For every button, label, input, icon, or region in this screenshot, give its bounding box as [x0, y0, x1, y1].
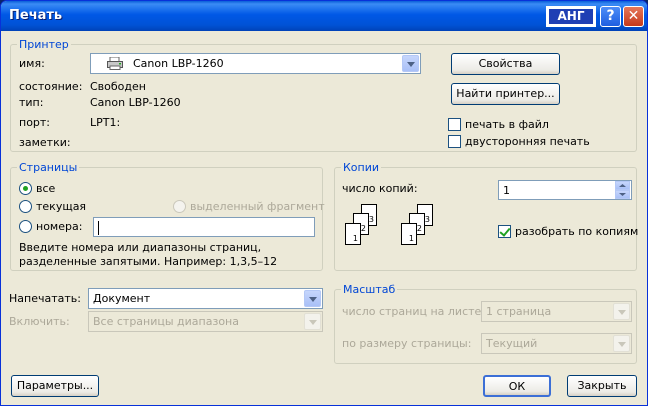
include-label: Включить: — [9, 315, 70, 328]
printer-type-label: тип: — [19, 96, 44, 109]
duplex-checkbox[interactable] — [448, 135, 461, 148]
printer-group: Принтер имя: Canon LBP-1260 состояние: С… — [10, 38, 637, 152]
pages-group: Страницы все текущая выделенный фрагмент… — [10, 161, 325, 271]
copies-count-label: число копий: — [342, 182, 418, 195]
chevron-down-icon[interactable] — [613, 335, 630, 352]
scale-to-paper-value: Текущий — [486, 337, 538, 350]
chevron-down-icon[interactable] — [304, 290, 321, 307]
pages-all-label: все — [36, 182, 56, 195]
pages-group-label: Страницы — [17, 161, 80, 174]
scale-to-paper-select[interactable]: Текущий — [481, 333, 632, 354]
title-bar[interactable]: Печать АНГ ? ✕ — [1, 1, 647, 31]
options-button[interactable]: Параметры... — [11, 375, 99, 397]
collate-label: разобрать по копиям — [515, 225, 639, 238]
printer-name-value: Canon LBP-1260 — [133, 57, 224, 70]
printer-notes-label: заметки: — [19, 136, 71, 149]
pages-selection-radio[interactable] — [173, 200, 186, 213]
copies-group-label: Копии — [341, 161, 382, 174]
collate-page-number: 3 — [368, 215, 374, 224]
language-indicator[interactable]: АНГ — [546, 6, 596, 27]
find-printer-button[interactable]: Найти принтер... — [451, 83, 560, 105]
include-select[interactable]: Все страницы диапазона — [88, 311, 323, 332]
printer-icon — [107, 56, 123, 70]
copies-count-spinner[interactable]: 1 — [498, 180, 632, 200]
text-caret — [98, 221, 99, 235]
copies-group: Копии число копий: 1 3 2 1 3 2 1 разобра… — [334, 161, 639, 271]
pages-all-radio[interactable] — [19, 182, 32, 195]
printer-group-label: Принтер — [17, 38, 71, 51]
close-button[interactable]: Закрыть — [567, 375, 637, 397]
pages-selection-label: выделенный фрагмент — [190, 200, 325, 213]
window-title: Печать — [9, 8, 63, 23]
print-what-select[interactable]: Документ — [88, 288, 323, 309]
pages-numbers-radio[interactable] — [19, 220, 32, 233]
pages-per-sheet-label: число страниц на листе: — [342, 305, 485, 318]
pages-current-label: текущая — [36, 200, 87, 213]
print-to-file-label: печать в файл — [465, 118, 549, 131]
spin-up-icon[interactable] — [615, 181, 630, 190]
chevron-down-icon[interactable] — [613, 303, 630, 320]
pages-per-sheet-select[interactable]: 1 страница — [481, 301, 632, 322]
printer-type-value: Canon LBP-1260 — [90, 96, 181, 109]
close-window-button[interactable]: ✕ — [623, 6, 644, 27]
scale-to-paper-label: по размеру страницы: — [342, 337, 472, 350]
copies-count-value: 1 — [503, 184, 510, 197]
duplex-label: двусторонняя печать — [465, 135, 590, 148]
collate-page-number: 3 — [424, 215, 430, 224]
include-value: Все страницы диапазона — [93, 315, 239, 328]
print-what-value: Документ — [93, 292, 151, 305]
collate-page-number: 2 — [360, 224, 366, 233]
collate-page-number: 1 — [408, 234, 414, 243]
page-numbers-input[interactable] — [93, 217, 315, 237]
zoom-group-label: Масштаб — [341, 283, 398, 296]
pages-per-sheet-value: 1 страница — [486, 305, 552, 318]
print-what-label: Напечатать: — [9, 292, 81, 305]
pages-current-radio[interactable] — [19, 200, 32, 213]
chevron-down-icon[interactable] — [402, 55, 419, 72]
printer-port-value: LPT1: — [90, 116, 121, 129]
printer-name-label: имя: — [19, 57, 45, 70]
chevron-down-icon[interactable] — [304, 313, 321, 330]
help-button[interactable]: ? — [600, 6, 621, 27]
pages-numbers-label: номера: — [36, 220, 83, 233]
printer-status-label: состояние: — [19, 80, 83, 93]
print-to-file-checkbox[interactable] — [448, 118, 461, 131]
collate-checkbox[interactable] — [498, 225, 511, 238]
language-indicator-label: АНГ — [549, 9, 593, 24]
pages-hint: Введите номера или диапазоны страниц, ра… — [19, 241, 278, 268]
printer-name-select[interactable]: Canon LBP-1260 — [90, 53, 421, 74]
collate-page-number: 2 — [416, 224, 422, 233]
spin-down-icon[interactable] — [615, 190, 630, 199]
collate-page-number: 1 — [352, 234, 358, 243]
printer-status-value: Свободен — [90, 80, 146, 93]
printer-port-label: порт: — [19, 116, 51, 129]
print-dialog: Печать АНГ ? ✕ Принтер имя: Canon LBP-12… — [0, 0, 648, 406]
ok-button[interactable]: ОК — [483, 375, 551, 397]
collate-pages-icon: 3 2 1 — [343, 204, 383, 264]
collate-pages-icon: 3 2 1 — [399, 204, 439, 264]
zoom-group: Масштаб число страниц на листе: 1 страни… — [334, 283, 637, 364]
properties-button[interactable]: Свойства — [451, 53, 560, 75]
